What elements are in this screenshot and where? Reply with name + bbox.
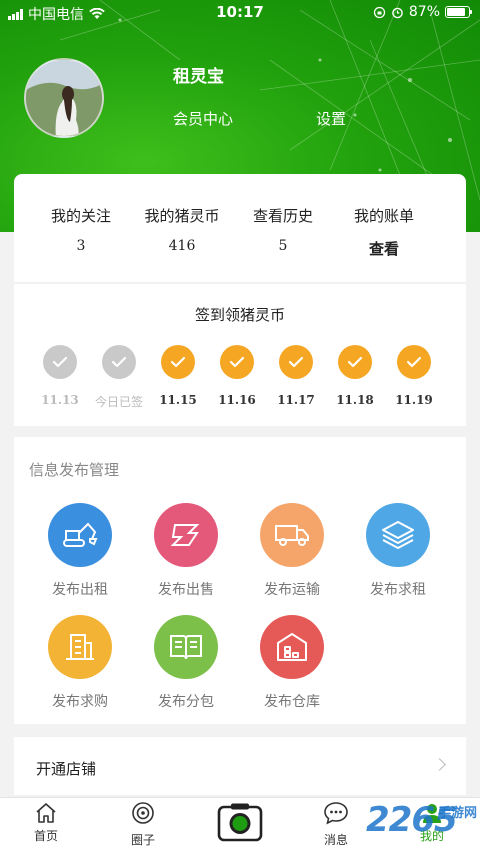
stat-bills[interactable]: 我的账单 查看: [329, 205, 439, 259]
tab-label: 我的: [419, 829, 444, 843]
stat-label: 我的账单: [353, 207, 414, 225]
pub-label: 发布求购: [52, 694, 108, 710]
tab-mine[interactable]: 我的: [402, 802, 462, 844]
open-shop-row[interactable]: 开通店铺: [14, 737, 466, 795]
camera-button[interactable]: [217, 802, 263, 842]
pub-label: 发布出售: [158, 582, 214, 598]
check-icon: [43, 345, 77, 379]
tab-home[interactable]: 首页: [16, 802, 76, 844]
layers-icon: [366, 503, 430, 567]
check-icon: [338, 345, 372, 379]
publish-seek-rent-button[interactable]: 发布求租: [353, 503, 443, 599]
publish-sell-button[interactable]: 发布出售: [141, 503, 231, 599]
pub-label: 发布仓库: [264, 694, 320, 710]
checkin-title: 签到领猪灵币: [194, 306, 285, 324]
status-bar: 中国电信 10:17 87%: [0, 0, 480, 26]
tab-messages[interactable]: 消息: [306, 801, 366, 848]
steel-beam-icon: [154, 503, 218, 567]
excavator-icon: [48, 503, 112, 567]
member-center-link[interactable]: 会员中心: [173, 108, 233, 129]
checkin-day[interactable]: 11.19: [384, 345, 444, 407]
checkin-day[interactable]: 今日已签: [89, 345, 149, 410]
pub-label: 发布出租: [52, 582, 108, 598]
checkin-day-label: 11.16: [218, 393, 256, 407]
stat-follows[interactable]: 我的关注 3: [26, 205, 136, 254]
open-shop-label: 开通店铺: [36, 760, 97, 778]
tab-circle[interactable]: 圈子: [113, 801, 173, 848]
home-icon: [36, 803, 56, 823]
avatar[interactable]: [24, 58, 104, 138]
truck-icon: [260, 503, 324, 567]
circle-icon: [132, 802, 154, 824]
tab-label: 圈子: [130, 833, 155, 847]
check-icon: [102, 345, 136, 379]
check-icon: [397, 345, 431, 379]
warehouse-icon: [260, 615, 324, 679]
check-icon: [220, 345, 254, 379]
alarm-icon: [392, 7, 403, 18]
stat-label: 查看历史: [252, 207, 313, 225]
checkin-day-label: 11.15: [159, 393, 197, 407]
battery-percent: 87%: [408, 4, 440, 20]
chevron-right-icon: [433, 758, 446, 771]
publish-transport-button[interactable]: 发布运输: [247, 503, 337, 599]
stat-value: 3: [76, 238, 86, 254]
publish-subcontract-button[interactable]: 发布分包: [141, 615, 231, 711]
battery-icon: [445, 6, 472, 18]
check-icon: [161, 345, 195, 379]
camera-icon: [217, 803, 263, 842]
publish-title: 信息发布管理: [29, 461, 120, 479]
message-icon: [324, 802, 348, 825]
tab-label: 首页: [33, 829, 58, 843]
publish-purchase-button[interactable]: 发布求购: [35, 615, 125, 711]
stat-value: 5: [278, 238, 288, 254]
checkin-day-label: 11.18: [336, 393, 374, 407]
stat-coins[interactable]: 我的猪灵币 416: [127, 205, 237, 254]
pub-label: 发布运输: [264, 582, 320, 598]
tab-label: 消息: [323, 833, 348, 847]
user-name: 租灵宝: [173, 67, 224, 87]
stat-label: 我的猪灵币: [144, 207, 220, 225]
stats-card: 我的关注 3 我的猪灵币 416 查看历史 5 我的账单 查看: [14, 174, 466, 282]
stat-history[interactable]: 查看历史 5: [228, 205, 338, 254]
checkin-card: 签到领猪灵币 11.13 今日已签 11.15 11.16 11.17 11.18 11.1…: [14, 284, 466, 426]
publish-card: 信息发布管理 发布出租 发布出售 发布运输 发布求租 发布求购 发布分包 发布仓…: [14, 437, 466, 724]
user-icon: [423, 804, 441, 823]
checkin-day-label: 11.19: [395, 393, 433, 407]
checkin-day[interactable]: 11.18: [325, 345, 385, 407]
pub-label: 发布求租: [370, 582, 426, 598]
checkin-day-label: 11.17: [277, 393, 315, 407]
check-icon: [279, 345, 313, 379]
pub-label: 发布分包: [158, 694, 214, 710]
checkin-day-label: 11.13: [41, 393, 79, 407]
rotation-lock-icon: [373, 6, 386, 18]
checkin-day[interactable]: 11.13: [30, 345, 90, 407]
view-bills-link[interactable]: 查看: [329, 238, 439, 259]
publish-warehouse-button[interactable]: 发布仓库: [247, 615, 337, 711]
stat-value: 416: [168, 238, 196, 254]
stat-label: 我的关注: [50, 207, 111, 225]
checkin-day-label: 今日已签: [94, 395, 143, 409]
checkin-day[interactable]: 11.17: [266, 345, 326, 407]
settings-link[interactable]: 设置: [316, 108, 346, 129]
checkin-day[interactable]: 11.15: [148, 345, 208, 407]
building-icon: [48, 615, 112, 679]
checkin-day[interactable]: 11.16: [207, 345, 267, 407]
publish-rent-button[interactable]: 发布出租: [35, 503, 125, 599]
book-icon: [154, 615, 218, 679]
